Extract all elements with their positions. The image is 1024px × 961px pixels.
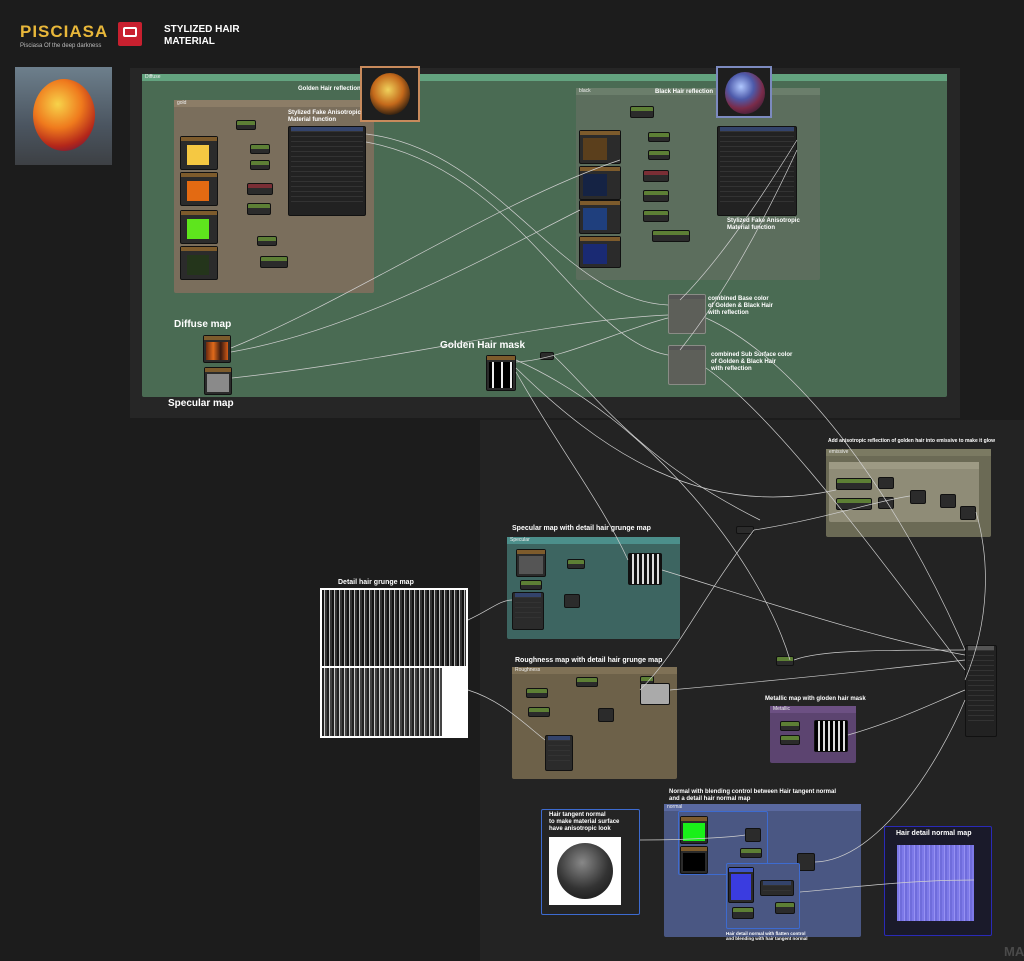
wire — [515, 371, 629, 561]
wire — [793, 649, 966, 661]
wire — [679, 139, 798, 301]
wire — [365, 133, 669, 306]
wire — [964, 511, 986, 681]
wire — [679, 149, 798, 351]
wire — [705, 367, 966, 671]
wire — [231, 314, 669, 379]
wire — [467, 689, 546, 741]
wire — [799, 879, 975, 893]
wire — [553, 355, 761, 521]
wire — [661, 569, 966, 656]
wire — [639, 529, 755, 691]
wire — [847, 689, 966, 736]
wire — [365, 141, 669, 356]
wire — [230, 209, 581, 353]
wire — [705, 317, 966, 651]
wire — [669, 659, 966, 691]
wire — [814, 699, 966, 863]
node-wires — [230, 133, 986, 893]
wire — [639, 834, 746, 841]
wire — [467, 599, 513, 621]
wire — [515, 317, 669, 363]
